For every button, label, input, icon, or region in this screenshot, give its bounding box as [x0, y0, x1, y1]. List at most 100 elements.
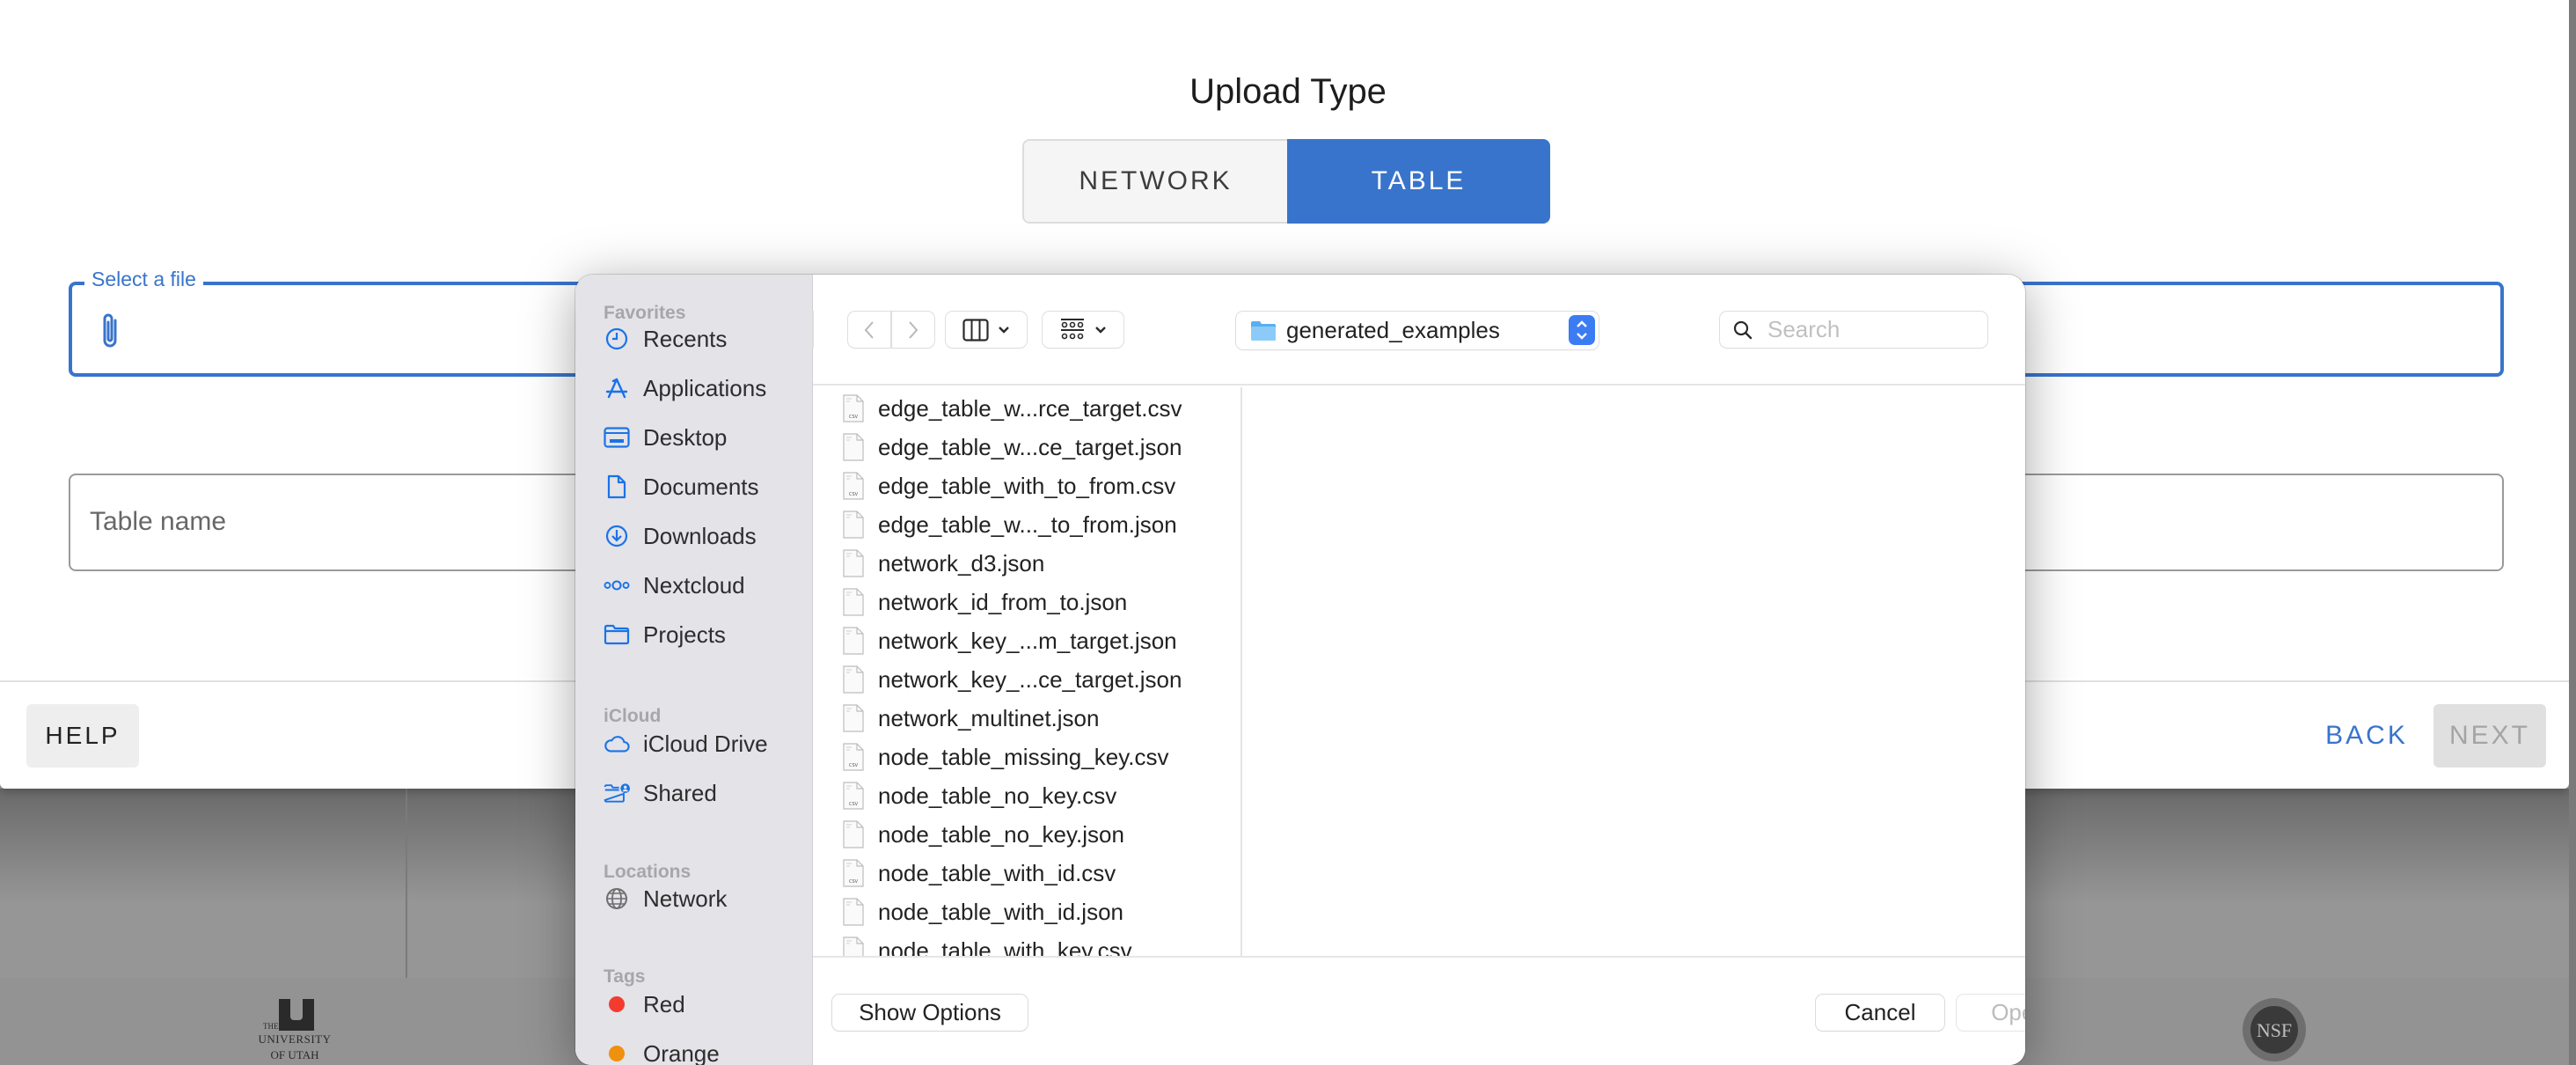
upload-type-table-button[interactable]: TABLE	[1287, 139, 1550, 224]
sidebar-item-network[interactable]: Network	[604, 881, 806, 916]
upload-type-toggle: NETWORK TABLE	[1022, 139, 1550, 224]
file-row[interactable]: network_key_...ce_target.json	[813, 660, 1240, 699]
current-folder-popup[interactable]: generated_examples	[1236, 312, 1599, 349]
sidebar-item-label: Documents	[643, 473, 759, 500]
json-file-icon	[843, 665, 864, 694]
json-file-icon	[843, 820, 864, 848]
file-name: node_table_with_key.csv	[878, 936, 1132, 957]
svg-text:NSF: NSF	[2257, 1019, 2292, 1041]
nav-forward-button[interactable]	[892, 312, 934, 348]
applications-icon	[605, 378, 628, 399]
file-row[interactable]: edge_table_w..._to_from.json	[813, 505, 1240, 544]
svg-text:CSV: CSV	[849, 763, 859, 768]
sidebar-item-documents[interactable]: Documents	[604, 469, 806, 504]
file-row[interactable]: network_d3.json	[813, 544, 1240, 583]
search-icon	[1733, 320, 1753, 340]
file-row[interactable]: node_table_no_key.json	[813, 815, 1240, 854]
show-options-button[interactable]: Show Options	[832, 995, 1028, 1031]
file-name: edge_table_w...rce_target.csv	[878, 394, 1182, 422]
file-name: node_table_missing_key.csv	[878, 743, 1169, 770]
upload-type-network-button[interactable]: NETWORK	[1022, 139, 1287, 224]
help-button[interactable]: HELP	[26, 704, 139, 768]
sidebar-item-desktop[interactable]: Desktop	[604, 420, 806, 455]
file-row[interactable]: network_id_from_to.json	[813, 583, 1240, 621]
sidebar-item-tag-orange[interactable]: Orange	[604, 1036, 806, 1065]
sidebar-item-icloud-drive[interactable]: iCloud Drive	[604, 726, 806, 761]
chevron-right-icon	[909, 320, 918, 339]
file-row[interactable]: node_table_with_id.json	[813, 892, 1240, 931]
sidebar-item-applications[interactable]: Applications	[604, 371, 806, 406]
file-name: node_table_no_key.csv	[878, 782, 1117, 809]
popup-stepper-icon	[1569, 315, 1595, 345]
file-name: node_table_no_key.json	[878, 820, 1124, 848]
file-name: network_key_...ce_target.json	[878, 665, 1182, 693]
column-view-icon	[962, 318, 989, 342]
chevron-left-icon	[864, 320, 874, 339]
file-name: network_multinet.json	[878, 704, 1100, 731]
table-name-placeholder: Table name	[90, 507, 227, 536]
document-icon	[607, 474, 626, 499]
file-row[interactable]: CSV node_table_no_key.csv	[813, 776, 1240, 815]
grid-view-icon	[1061, 318, 1084, 339]
group-mode-button[interactable]	[1043, 312, 1123, 348]
sidebar-item-downloads[interactable]: Downloads	[604, 518, 806, 554]
file-row[interactable]: CSV node_table_missing_key.csv	[813, 738, 1240, 776]
university-of-utah-logo: THE UNIVERSITY OF UTAH	[251, 999, 339, 1065]
file-row[interactable]: network_multinet.json	[813, 699, 1240, 738]
sidebar-item-label: Downloads	[643, 522, 757, 549]
file-select-label: Select a file	[84, 268, 203, 291]
sidebar-item-label: Orange	[643, 1039, 720, 1065]
sidebar-item-label: Network	[643, 885, 728, 912]
search-field[interactable]	[1720, 312, 1987, 348]
csv-file-icon: CSV	[843, 782, 864, 810]
next-button: NEXT	[2433, 704, 2546, 768]
sidebar-item-shared[interactable]: Shared	[604, 775, 806, 811]
sidebar-item-label: Nextcloud	[643, 571, 745, 599]
nav-back-button[interactable]	[848, 312, 890, 348]
search-input[interactable]	[1767, 315, 1979, 344]
file-row[interactable]: network_key_...m_target.json	[813, 621, 1240, 660]
sidebar-item-tag-red[interactable]: Red	[604, 987, 806, 1022]
screen: THE UNIVERSITY OF UTAH NSF Upload Type N…	[0, 0, 2576, 1065]
csv-file-icon: CSV	[843, 472, 864, 500]
window-edge	[2569, 0, 2576, 1065]
logo-text-university: UNIVERSITY	[258, 1032, 332, 1046]
file-row[interactable]: edge_table_w...ce_target.json	[813, 428, 1240, 466]
csv-file-icon: CSV	[843, 859, 864, 887]
sidebar-item-projects[interactable]: Projects	[604, 617, 806, 652]
sidebar-item-label: Shared	[643, 779, 717, 806]
file-picker-dialog: Favorites Recents Applications Desktop D…	[575, 275, 2025, 1065]
file-name: edge_table_with_to_from.csv	[878, 472, 1176, 499]
sidebar-item-recents[interactable]: Recents	[604, 321, 806, 356]
json-file-icon	[843, 510, 864, 539]
csv-file-icon: CSV	[843, 743, 864, 771]
file-list-column[interactable]: CSV edge_table_w...rce_target.csv edge_tab…	[813, 387, 1242, 956]
file-row[interactable]: CSV node_table_with_key.csv	[813, 931, 1240, 956]
tag-dot-icon	[609, 996, 625, 1012]
view-mode-button[interactable]	[946, 312, 1027, 348]
file-name: network_key_...m_target.json	[878, 627, 1177, 654]
file-picker-sidebar: Favorites Recents Applications Desktop D…	[575, 275, 813, 1065]
file-name: node_table_with_id.json	[878, 898, 1123, 925]
sidebar-item-nextcloud[interactable]: Nextcloud	[604, 568, 806, 603]
paperclip-icon[interactable]	[99, 312, 121, 352]
file-name: node_table_with_id.csv	[878, 859, 1116, 886]
logo-text-of-utah: OF UTAH	[270, 1048, 319, 1061]
sidebar-item-label: Applications	[643, 374, 767, 401]
file-row[interactable]: CSV edge_table_w...rce_target.csv	[813, 389, 1240, 428]
file-row[interactable]: CSV node_table_with_id.csv	[813, 854, 1240, 892]
cloud-icon	[604, 736, 630, 753]
current-folder-name: generated_examples	[1286, 317, 1500, 343]
file-name: edge_table_w..._to_from.json	[878, 510, 1177, 538]
open-button: Open	[1957, 995, 2025, 1031]
sidebar-item-label: iCloud Drive	[643, 730, 768, 757]
folder-icon	[1251, 321, 1276, 341]
cancel-button[interactable]: Cancel	[1816, 995, 1944, 1031]
file-row[interactable]: CSV edge_table_with_to_from.csv	[813, 466, 1240, 505]
nextcloud-icon	[604, 580, 630, 591]
chevron-down-icon	[1095, 326, 1106, 334]
utah-u-mark	[279, 999, 314, 1031]
back-button[interactable]: BACK	[2323, 704, 2411, 768]
desktop-icon	[604, 427, 630, 448]
json-file-icon	[843, 433, 864, 461]
